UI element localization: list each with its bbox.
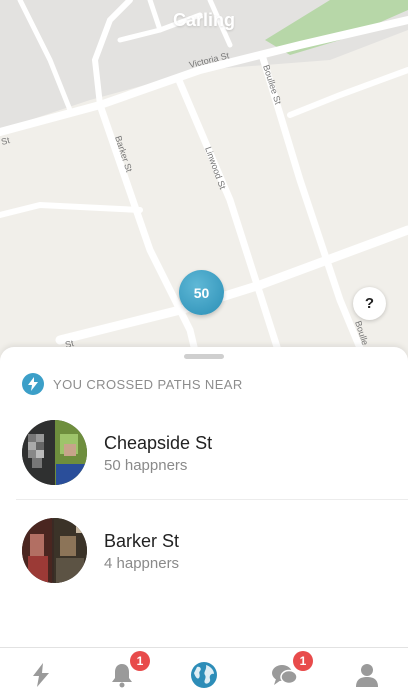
sheet-drag-handle[interactable] bbox=[184, 354, 224, 359]
map-cluster-marker[interactable]: 50 bbox=[179, 270, 224, 315]
map-view[interactable]: Victoria St Boullee St Barker St Linwood… bbox=[0, 0, 408, 372]
section-title: YOU CROSSED PATHS NEAR bbox=[53, 376, 243, 392]
globe-icon bbox=[191, 661, 217, 688]
list-item[interactable]: Barker St 4 happners bbox=[0, 501, 408, 599]
place-count: 50 happners bbox=[104, 457, 188, 474]
person-icon bbox=[356, 663, 378, 687]
avatar bbox=[22, 420, 87, 485]
divider bbox=[16, 499, 408, 500]
tab-map[interactable] bbox=[179, 648, 229, 700]
lightning-icon bbox=[33, 662, 49, 687]
tab-bar: 1 1 bbox=[0, 647, 408, 700]
app-screen: Victoria St Boullee St Barker St Linwood… bbox=[0, 0, 408, 700]
bottom-sheet: YOU CROSSED PATHS NEAR Cheapside St 50 h… bbox=[0, 347, 408, 647]
city-label: Carling bbox=[172, 10, 235, 30]
lightning-icon bbox=[22, 373, 44, 395]
tab-notifications[interactable]: 1 bbox=[97, 648, 150, 700]
help-button[interactable]: ? bbox=[353, 287, 386, 320]
messages-badge: 1 bbox=[293, 651, 313, 671]
notifications-badge: 1 bbox=[130, 651, 150, 671]
section-header: YOU CROSSED PATHS NEAR bbox=[22, 373, 243, 395]
tab-profile[interactable] bbox=[342, 648, 392, 700]
avatar bbox=[22, 518, 87, 583]
list-item[interactable]: Cheapside St 50 happners bbox=[0, 403, 408, 501]
tab-messages[interactable]: 1 bbox=[260, 648, 313, 700]
place-name: Barker St bbox=[104, 531, 180, 551]
place-name: Cheapside St bbox=[104, 433, 213, 453]
map-canvas: Victoria St Boullee St Barker St Linwood… bbox=[0, 0, 408, 372]
place-count: 4 happners bbox=[104, 555, 180, 572]
tab-crossings[interactable] bbox=[16, 648, 66, 700]
